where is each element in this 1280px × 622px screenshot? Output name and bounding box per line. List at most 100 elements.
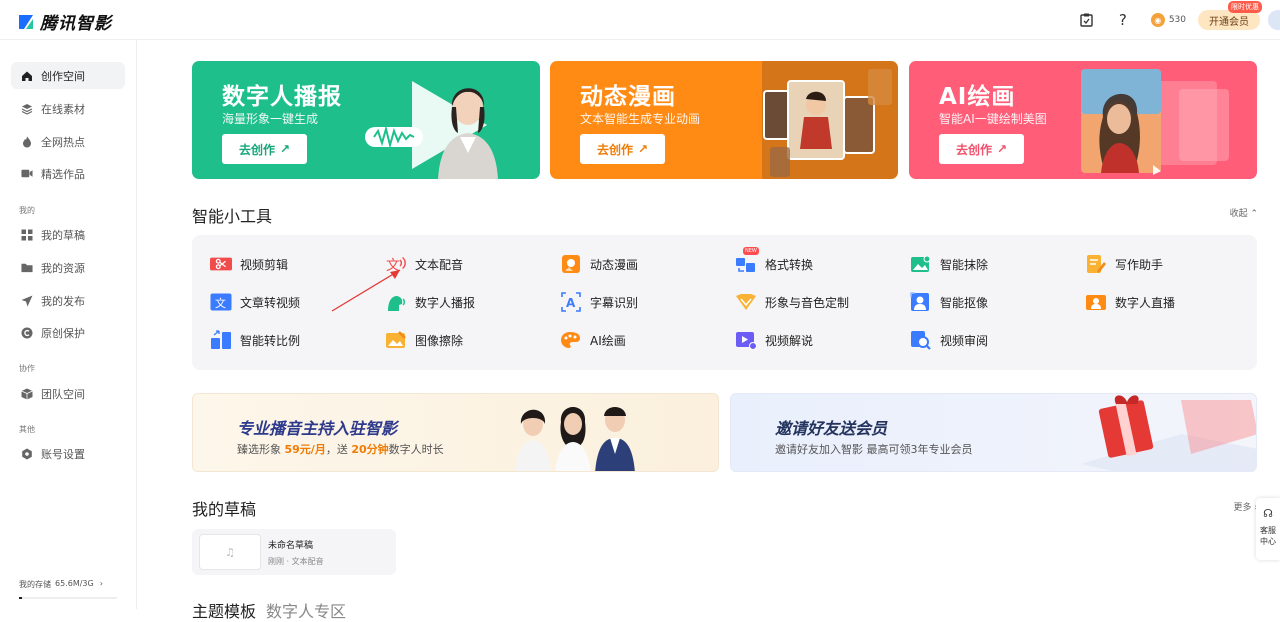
tool-label: 文章转视频 — [240, 295, 301, 310]
sidebar-item-original-protection[interactable]: 原创保护 — [11, 319, 125, 346]
palette-icon — [560, 330, 582, 350]
tool-subtitle-recognition[interactable]: A 字幕识别 — [560, 292, 638, 312]
tool-smart-erase[interactable]: 智能抹除 — [910, 254, 988, 274]
banner-price: 59元/月 — [284, 443, 326, 456]
sidebar-item-label: 我的草稿 — [41, 228, 85, 242]
chevron-up-icon: ⌃ — [1250, 209, 1258, 219]
tool-label: 智能转比例 — [240, 333, 301, 348]
video-icon — [21, 168, 33, 180]
hero-title: AI绘画 — [939, 84, 1016, 110]
live-icon — [1085, 292, 1107, 312]
tool-label: 文本配音 — [415, 257, 464, 272]
folder-icon — [21, 262, 33, 274]
ratio-icon — [210, 330, 232, 350]
gift-illustration — [1081, 395, 1256, 471]
storage-info[interactable]: 我的存储 65.6M/3G › — [19, 579, 103, 590]
smart-erase-icon — [910, 254, 932, 274]
hero-title: 动态漫画 — [580, 84, 676, 110]
drafts-section-title: 我的草稿 — [192, 500, 257, 519]
sidebar: 创作空间 在线素材 全网热点 精选作品 我的 我的草稿 我的资源 我的发布 原创… — [0, 40, 137, 609]
hero-card-ai-painting[interactable]: AI绘画 智能AI一键绘制美图 去创作 ↗ — [909, 61, 1257, 179]
customer-service-button[interactable]: ☊ 客服 中心 — [1256, 498, 1280, 560]
go-create-button[interactable]: 去创作 ↗ — [939, 134, 1024, 164]
image-erase-icon — [385, 330, 407, 350]
vip-label: 开通会员 — [1209, 16, 1249, 28]
storage-label: 我的存储 — [19, 580, 51, 589]
tool-ai-painting[interactable]: AI绘画 — [560, 330, 626, 350]
hero-subtitle: 文本智能生成专业动画 — [580, 112, 701, 126]
sidebar-item-label: 全网热点 — [41, 135, 85, 149]
draft-meta: 刚刚 · 文本配音 — [268, 557, 324, 566]
go-create-label: 去创作 — [596, 142, 633, 157]
sidebar-item-my-resources[interactable]: 我的资源 — [11, 254, 125, 281]
theme-templates-title[interactable]: 主题模板 — [192, 598, 256, 622]
hero-subtitle: 智能AI一键绘制美图 — [939, 112, 1047, 126]
tool-video-edit[interactable]: 视频剪辑 — [210, 254, 288, 274]
tool-label: 写作助手 — [1115, 257, 1164, 272]
go-create-button[interactable]: 去创作 ↗ — [222, 134, 307, 164]
collapse-toggle[interactable]: 收起 ⌃ — [1230, 206, 1258, 219]
logo[interactable]: 腾讯智影 — [18, 9, 112, 34]
comic-illustration — [762, 61, 898, 179]
tool-image-erase[interactable]: 图像擦除 — [385, 330, 463, 350]
tool-writing-assistant[interactable]: 写作助手 — [1085, 254, 1163, 274]
cube-icon — [21, 388, 33, 400]
sidebar-item-team-space[interactable]: 团队空间 — [11, 380, 125, 407]
coin-balance[interactable]: ◉ 530 — [1150, 13, 1186, 27]
tool-video-review[interactable]: 视频审阅 — [910, 330, 988, 350]
tool-label: 视频解说 — [765, 333, 814, 348]
open-vip-button[interactable]: 开通会员 限时优惠 — [1198, 1, 1262, 30]
draft-card[interactable]: ♫ 未命名草稿 刚刚 · 文本配音 — [192, 529, 396, 575]
help-icon[interactable]: ? — [1115, 11, 1131, 29]
anchors-illustration — [515, 407, 635, 471]
customize-icon — [735, 292, 757, 312]
avatar[interactable] — [1268, 10, 1280, 30]
go-create-label: 去创作 — [955, 142, 992, 157]
sidebar-item-my-drafts[interactable]: 我的草稿 — [11, 221, 125, 248]
digital-human-zone-tab[interactable]: 数字人专区 — [266, 598, 346, 622]
tool-label: 智能抠像 — [940, 295, 989, 310]
new-badge: NEW — [743, 247, 759, 255]
tool-dynamic-comic[interactable]: 动态漫画 — [560, 254, 638, 274]
layers-icon — [21, 103, 33, 115]
tool-label: 视频审阅 — [940, 333, 989, 348]
sidebar-item-creation-space[interactable]: 创作空间 — [11, 62, 125, 89]
banner-professional-anchors[interactable]: 专业播音主持入驻智影 臻选形象 59元/月，送 20分钟数字人时长 — [192, 393, 719, 472]
sidebar-item-label: 团队空间 — [41, 387, 85, 401]
sidebar-item-label: 我的发布 — [41, 294, 85, 308]
tool-video-narration[interactable]: 视频解说 — [735, 330, 813, 350]
tool-digital-human-live[interactable]: 数字人直播 — [1085, 292, 1175, 312]
hero-card-dynamic-comic[interactable]: 动态漫画 文本智能生成专业动画 去创作 ↗ — [550, 61, 898, 179]
sidebar-item-featured-works[interactable]: 精选作品 — [11, 160, 125, 187]
send-icon — [21, 295, 33, 307]
clipboard-icon[interactable] — [1079, 12, 1095, 28]
tool-label: 视频剪辑 — [240, 257, 289, 272]
sidebar-item-hot-topics[interactable]: 全网热点 — [11, 128, 125, 155]
sidebar-item-account-settings[interactable]: 账号设置 — [11, 440, 125, 467]
video-narration-icon — [735, 330, 757, 350]
more-label: 更多 — [1233, 503, 1252, 513]
go-create-label: 去创作 — [238, 142, 275, 157]
hero-card-digital-human[interactable]: 数字人播报 海量形象一键生成 去创作 ↗ — [192, 61, 540, 179]
tool-smart-ratio[interactable]: 智能转比例 — [210, 330, 300, 350]
tool-format-convert[interactable]: NEW 格式转换 — [735, 247, 813, 274]
tool-smart-matting[interactable]: 智能抠像 — [910, 292, 988, 312]
subtitle-icon: A — [560, 292, 582, 312]
banner-sub-mid: ，送 — [325, 443, 352, 456]
format-convert-icon: NEW — [735, 247, 759, 274]
tool-avatar-voice-customize[interactable]: 形象与音色定制 — [735, 292, 849, 312]
sidebar-item-label: 账号设置 — [41, 447, 85, 461]
sidebar-item-online-assets[interactable]: 在线素材 — [11, 95, 125, 122]
sidebar-section-mine: 我的 — [19, 206, 35, 215]
more-link[interactable]: 更多 › — [1234, 500, 1259, 513]
tools-section-title: 智能小工具 — [192, 207, 273, 226]
sidebar-item-label: 创作空间 — [41, 69, 85, 83]
tool-article-to-video[interactable]: 文 文章转视频 — [210, 292, 300, 312]
banner-invite-friends[interactable]: 邀请好友送会员 邀请好友加入智影 最高可领3年专业会员 — [730, 393, 1257, 472]
arrow-up-right-icon: ↗ — [279, 142, 291, 156]
go-create-button[interactable]: 去创作 ↗ — [580, 134, 665, 164]
writing-icon — [1085, 254, 1107, 274]
sidebar-item-my-publishing[interactable]: 我的发布 — [11, 287, 125, 314]
arrow-up-right-icon: ↗ — [637, 142, 649, 156]
matting-icon — [910, 292, 932, 312]
